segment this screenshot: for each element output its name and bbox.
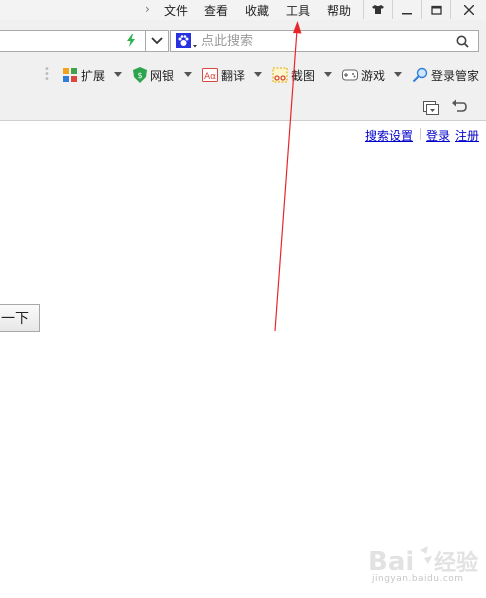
minimize-icon: [402, 12, 412, 14]
search-icon[interactable]: [456, 35, 469, 48]
menu-tools[interactable]: 工具: [286, 2, 310, 19]
undo-icon[interactable]: [451, 99, 467, 114]
lightning-icon[interactable]: [126, 34, 136, 47]
baidu-search-button[interactable]: 一下: [0, 304, 40, 332]
restore-button[interactable]: [421, 0, 450, 19]
chevron-right-icon[interactable]: ›: [145, 2, 150, 16]
svg-text:$: $: [137, 71, 142, 80]
secondary-bar: [0, 94, 486, 121]
toolbar-banking[interactable]: $ 网银: [133, 66, 174, 84]
toolbar-translate[interactable]: Aα 翻译: [202, 66, 245, 84]
translate-dropdown-icon[interactable]: [254, 72, 262, 77]
link-separator: [420, 128, 421, 140]
extensions-dropdown-icon[interactable]: [114, 72, 122, 77]
close-button[interactable]: [450, 0, 486, 19]
baidu-paw-icon[interactable]: [176, 33, 198, 49]
games-dropdown-icon[interactable]: [394, 72, 402, 77]
translate-icon: Aα: [202, 68, 218, 82]
address-bar[interactable]: [0, 30, 168, 52]
toolbar-extensions[interactable]: 扩展: [62, 66, 105, 84]
minimize-button[interactable]: [392, 0, 421, 19]
watermark-url: jingyan.baidu.com: [372, 574, 464, 584]
toolbar-login-manager[interactable]: 登录管家: [412, 66, 479, 84]
tab-list-icon[interactable]: [423, 99, 440, 115]
screenshot-dropdown-icon[interactable]: [324, 72, 332, 77]
svg-text:Aα: Aα: [204, 72, 216, 82]
search-settings-link[interactable]: 搜索设置: [365, 127, 413, 144]
toolbar-grip-icon: • • •: [44, 64, 50, 85]
restore-icon: [430, 5, 442, 15]
login-link[interactable]: 登录: [426, 127, 450, 144]
magnifier-key-icon: [412, 67, 428, 83]
svg-text:经验: 经验: [434, 550, 478, 576]
toolbar-games[interactable]: 游戏: [342, 66, 385, 84]
banking-dropdown-icon[interactable]: [184, 72, 192, 77]
menu-file[interactable]: 文件: [164, 2, 188, 19]
extensions-icon: [63, 68, 77, 82]
search-input[interactable]: [201, 32, 451, 50]
menu-view[interactable]: 查看: [204, 2, 228, 19]
shield-icon: $: [133, 67, 147, 83]
chevron-down-icon: [151, 37, 163, 45]
skin-button[interactable]: [363, 0, 392, 19]
svg-text:Bai: Bai: [368, 547, 414, 577]
shirt-icon: [372, 5, 384, 14]
scissors-screenshot-icon: [272, 67, 288, 83]
register-link[interactable]: 注册: [455, 127, 479, 144]
toolbar-screenshot[interactable]: 截图: [272, 66, 315, 84]
close-icon: [464, 4, 474, 15]
search-box[interactable]: [170, 30, 479, 52]
menu-help[interactable]: 帮助: [327, 2, 351, 19]
address-dropdown-button[interactable]: [145, 30, 169, 52]
menu-favorites[interactable]: 收藏: [245, 2, 269, 19]
gamepad-icon: [342, 69, 358, 81]
